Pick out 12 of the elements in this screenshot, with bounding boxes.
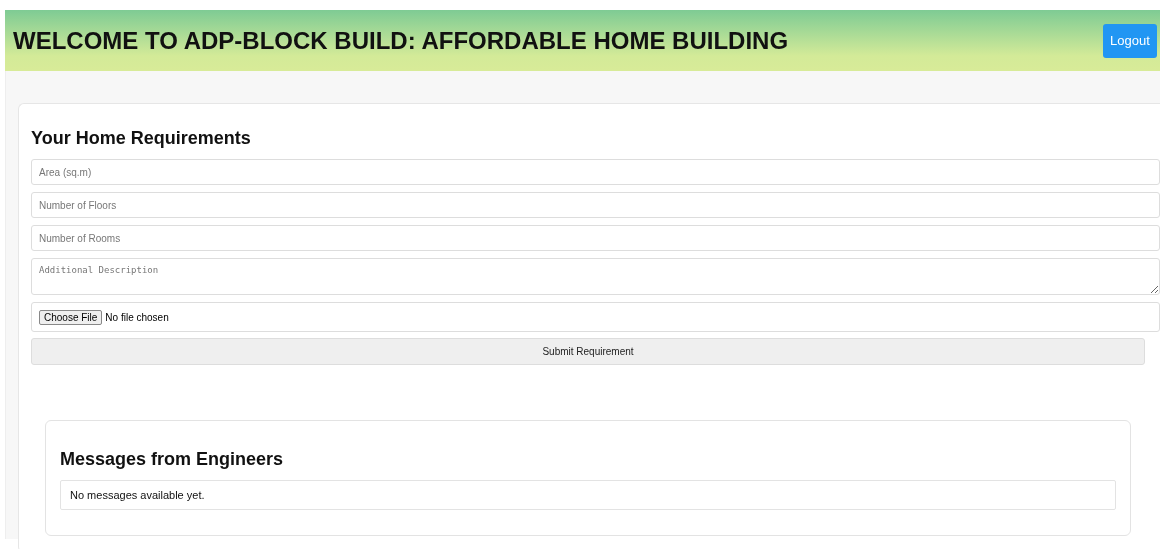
input-field[interactable]: Number of Floors — [31, 192, 1160, 218]
file-status: No file chosen — [105, 311, 169, 323]
input-field[interactable]: Area (sq.m) — [31, 159, 1160, 185]
message-item: No messages available yet. — [60, 480, 1116, 510]
description-field[interactable]: Additional Description — [31, 258, 1160, 295]
section-heading: Messages from Engineers — [60, 449, 285, 470]
page-title: WELCOME TO ADP-BLOCK BUILD: AFFORDABLE HOME BUILDING — [13, 26, 789, 55]
section-heading: Your Home Requirements — [31, 128, 252, 149]
input-field[interactable]: Number of Rooms — [31, 225, 1160, 251]
submit-button[interactable]: Submit Requirement — [31, 338, 1145, 365]
choose-file-button[interactable]: Choose File — [39, 309, 103, 325]
file-field[interactable]: Choose File No file chosen — [31, 302, 1160, 332]
